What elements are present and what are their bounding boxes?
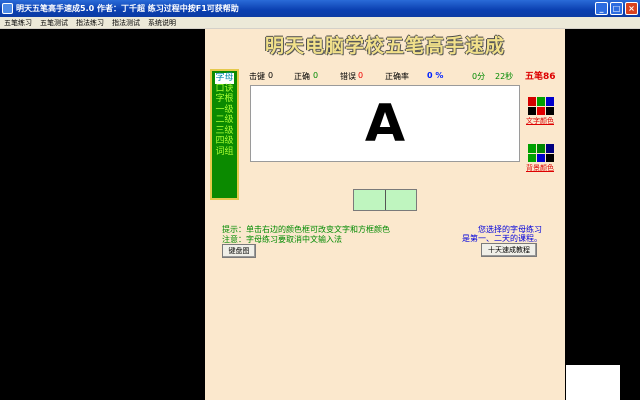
menu-wubi-test[interactable]: 五笔测试 [36,18,72,28]
menu-system-info[interactable]: 系统说明 [144,18,180,28]
typing-input[interactable] [353,189,417,211]
input-cell-left[interactable] [354,190,386,210]
text-color-swatch[interactable] [546,97,554,106]
mode-level-1[interactable]: 一级 [212,105,237,116]
menu-bar: 五笔练习 五笔测试 指法练习 指法测试 系统说明 [0,17,640,29]
keyboard-map-button[interactable]: 键盘图 [222,244,256,258]
correct-value: 0 [313,71,319,80]
menu-wubi-practice[interactable]: 五笔练习 [0,18,36,28]
input-cell-right[interactable] [386,190,417,210]
errors-value: 0 [358,71,364,80]
errors-label: 错误 [340,72,356,81]
app-icon [2,3,13,14]
accuracy-label: 正确率 [385,72,409,81]
text-color-swatch[interactable] [546,106,554,115]
target-character: A [364,93,406,154]
bg-color-swatch[interactable] [528,144,536,153]
bg-color-swatch[interactable] [546,153,554,162]
target-display: A [250,85,520,162]
mode-phrases[interactable]: 词组 [212,147,237,158]
mode-level-4[interactable]: 四级 [212,136,237,147]
wubi-version-label: 五笔86 [525,72,556,82]
text-color-palette [528,97,554,115]
bg-color-swatch[interactable] [537,153,545,162]
text-color-label: 文字颜色 [526,117,554,125]
mode-radicals[interactable]: 字根 [212,94,237,105]
text-color-swatch[interactable] [537,106,545,115]
bg-color-swatch[interactable] [537,144,545,153]
menu-fingering-practice[interactable]: 指法练习 [72,18,108,28]
elapsed-seconds: 22秒 [495,72,514,81]
text-color-swatch[interactable] [528,97,536,106]
title-bar: 明天五笔高手速成5.0 作者：丁千超 练习过程中按F1可获帮助 _ □ × [0,0,640,17]
mini-window [566,365,620,400]
mode-letters[interactable]: 字母 [215,73,234,84]
keystrokes-value: 0 [268,71,274,80]
school-banner: 明天电脑学校五笔高手速成 [264,34,505,57]
bg-color-swatch[interactable] [546,144,554,153]
text-color-swatch[interactable] [537,97,545,106]
window-title: 明天五笔高手速成5.0 作者：丁千超 练习过程中按F1可获帮助 [16,4,239,13]
minimize-button[interactable]: _ [595,2,608,15]
background-color-palette [528,144,554,162]
practice-panel: 明天电脑学校五笔高手速成 字母 口诀 字根 一级 二级 三级 四级 词组 击键 … [205,29,565,400]
background-color-label: 背景颜色 [526,164,554,172]
mode-selector: 字母 口诀 字根 一级 二级 三级 四级 词组 [210,69,239,200]
maximize-button[interactable]: □ [610,2,623,15]
elapsed-minutes: 0分 [472,72,486,81]
keystrokes-label: 击键 [249,72,265,81]
accuracy-value: 0 % [427,71,444,80]
mode-mnemonic[interactable]: 口诀 [212,84,237,95]
close-button[interactable]: × [625,2,638,15]
left-blank-area [0,29,205,400]
menu-fingering-test[interactable]: 指法测试 [108,18,144,28]
bg-color-swatch[interactable] [528,153,536,162]
text-color-swatch[interactable] [528,106,536,115]
right-blank-area [565,29,640,400]
mode-level-2[interactable]: 二级 [212,115,237,126]
mode-level-3[interactable]: 三级 [212,126,237,137]
tutorial-button[interactable]: 十天速成教程 [481,243,537,257]
correct-label: 正确 [294,72,310,81]
